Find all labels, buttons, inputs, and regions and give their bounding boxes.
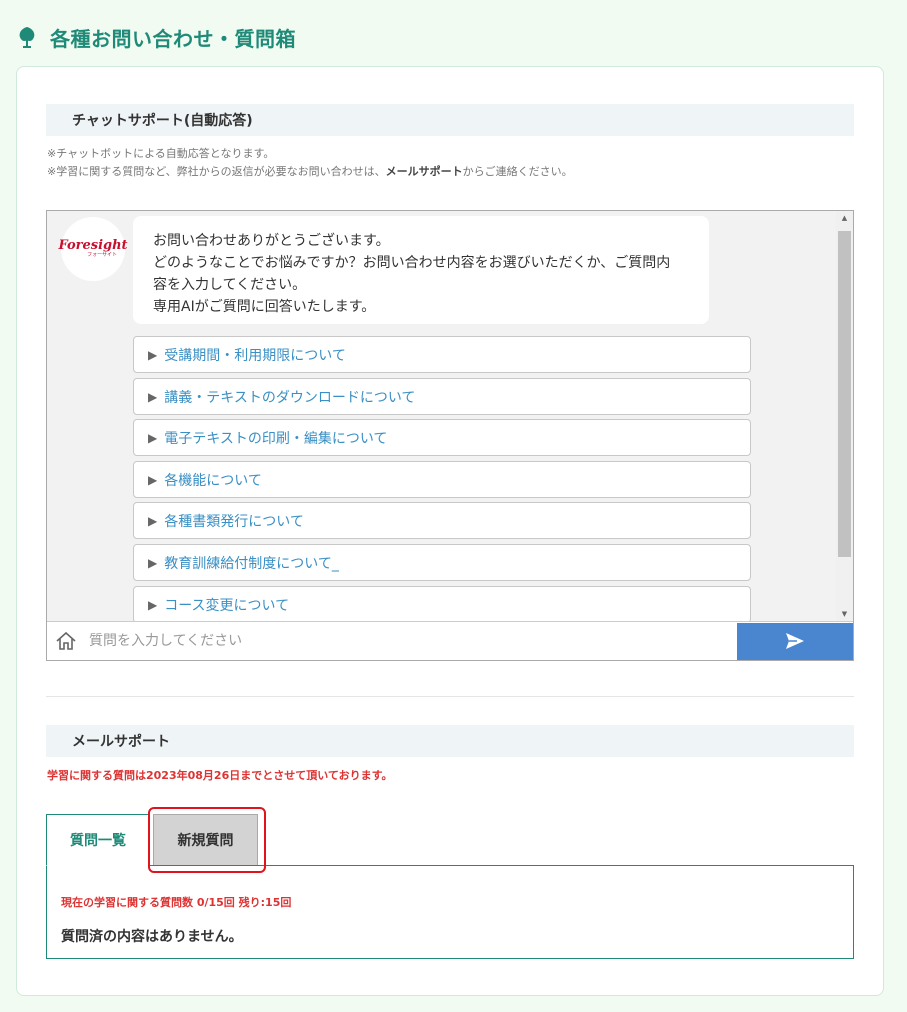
home-icon[interactable]: [55, 630, 77, 652]
chat-input-bar: [47, 621, 853, 660]
scroll-up-icon[interactable]: ▲: [836, 214, 853, 222]
chat-question-input[interactable]: [89, 626, 737, 656]
tab-question-list[interactable]: 質問一覧: [46, 814, 150, 866]
chat-notes: ※チャットボットによる自動応答となります。 ※学習に関する質問など、弊社からの返…: [47, 145, 573, 181]
empty-message: 質問済の内容はありません。: [61, 929, 243, 945]
chat-note-1: ※チャットボットによる自動応答となります。: [47, 147, 275, 160]
page-title: 各種お問い合わせ・質問箱: [50, 26, 296, 51]
triangle-right-icon: ▶: [148, 389, 158, 404]
triangle-right-icon: ▶: [148, 347, 158, 362]
chat-section-title: チャットサポート(自動応答): [46, 104, 854, 136]
bot-logo: Foresight: [58, 238, 128, 253]
bot-logo-sub: フォーサイト: [87, 252, 117, 258]
chat-option[interactable]: ▶ 教育訓練給付制度について_: [133, 544, 751, 581]
question-count: 現在の学習に関する質問数 0/15回 残り:15回: [61, 896, 292, 909]
chat-window: Foresight フォーサイト お問い合わせありがとうございます。 どのような…: [46, 210, 854, 661]
question-list-panel: 現在の学習に関する質問数 0/15回 残り:15回 質問済の内容はありません。: [46, 865, 854, 959]
send-button[interactable]: [737, 622, 853, 660]
triangle-right-icon: ▶: [148, 430, 158, 445]
chat-option[interactable]: ▶ 各種書類発行について: [133, 502, 751, 539]
chat-option[interactable]: ▶ コース変更について: [133, 586, 751, 621]
scrollbar-thumb[interactable]: [838, 231, 851, 557]
leaf-icon: [19, 27, 35, 48]
mail-support-link[interactable]: メールサポート: [386, 165, 463, 178]
triangle-right-icon: ▶: [148, 472, 158, 487]
tab-new-question[interactable]: 新規質問: [153, 814, 258, 866]
mail-section-title: メールサポート: [46, 725, 854, 757]
section-divider: [46, 696, 854, 697]
send-icon: [786, 633, 804, 649]
main-card: チャットサポート(自動応答) ※チャットボットによる自動応答となります。 ※学習…: [16, 66, 884, 996]
page-header: 各種お問い合わせ・質問箱: [16, 22, 296, 52]
chat-scrollbar[interactable]: ▲ ▼: [836, 211, 853, 621]
mail-deadline-note: 学習に関する質問は2023年08月26日までとさせて頂いております。: [47, 769, 393, 782]
triangle-right-icon: ▶: [148, 513, 158, 528]
bot-avatar: Foresight フォーサイト: [58, 217, 128, 281]
chat-option[interactable]: ▶ 電子テキストの印刷・編集について: [133, 419, 751, 456]
chat-option[interactable]: ▶ 受講期間・利用期限について: [133, 336, 751, 373]
chat-note-2: ※学習に関する質問など、弊社からの返信が必要なお問い合わせは、メールサポートから…: [47, 165, 573, 178]
chat-option[interactable]: ▶ 各機能について: [133, 461, 751, 498]
scroll-down-icon[interactable]: ▼: [836, 610, 853, 618]
triangle-right-icon: ▶: [148, 555, 158, 570]
bot-message-bubble: お問い合わせありがとうございます。 どのようなことでお悩みですか？お問い合わせ内…: [133, 216, 709, 324]
triangle-right-icon: ▶: [148, 597, 158, 612]
chat-option[interactable]: ▶ 講義・テキストのダウンロードについて: [133, 378, 751, 415]
chat-messages[interactable]: Foresight フォーサイト お問い合わせありがとうございます。 どのような…: [47, 211, 837, 621]
